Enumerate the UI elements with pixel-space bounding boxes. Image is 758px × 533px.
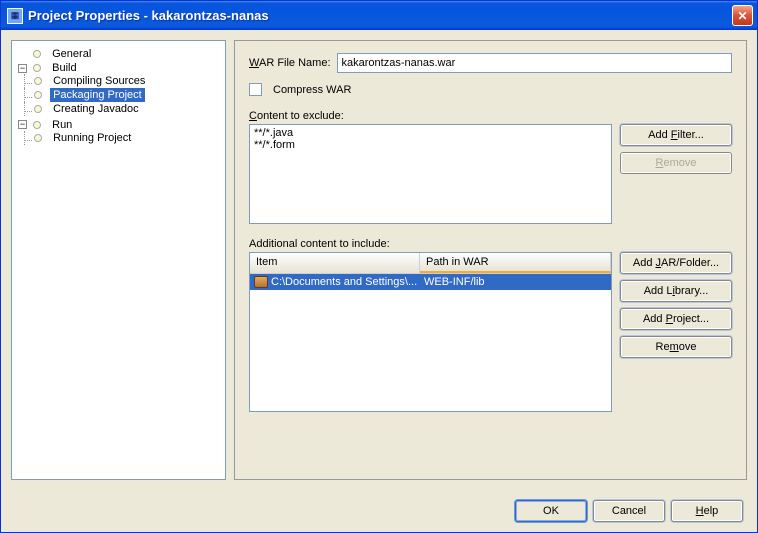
compress-checkbox[interactable] <box>249 83 262 96</box>
include-table[interactable]: Item Path in WAR C:\Documents and Settin… <box>249 252 612 412</box>
tree-node-run[interactable]: − Run Running Project <box>18 117 223 145</box>
col-path[interactable]: Path in WAR <box>420 253 611 273</box>
collapse-icon[interactable]: − <box>18 64 27 73</box>
cancel-button[interactable]: Cancel <box>593 500 665 522</box>
bullet-icon <box>33 121 41 129</box>
bullet-icon <box>34 134 42 142</box>
war-file-input[interactable] <box>337 53 732 73</box>
dialog-footer: OK Cancel Help <box>1 490 757 532</box>
bullet-icon <box>34 105 42 113</box>
bullet-icon <box>34 77 42 85</box>
tree-node-build[interactable]: − Build Compiling Sources Packaging Proj… <box>18 61 223 117</box>
include-label: Additional content to include: <box>249 238 732 250</box>
collapse-icon[interactable]: − <box>18 120 27 129</box>
col-item[interactable]: Item <box>250 253 420 273</box>
tree-node-packaging[interactable]: Packaging Project <box>34 88 223 102</box>
add-filter-button[interactable]: Add Filter... <box>620 124 732 146</box>
remove-filter-button: Remove <box>620 152 732 174</box>
exclude-label: Content to exclude: <box>249 110 732 122</box>
add-project-button[interactable]: Add Project... <box>620 308 732 330</box>
category-tree[interactable]: General − Build Compiling Sources Packag… <box>11 40 226 480</box>
app-icon: ▦ <box>7 8 23 24</box>
bullet-icon <box>33 50 41 58</box>
exclude-item[interactable]: **/*.form <box>254 139 607 151</box>
help-button[interactable]: Help <box>671 500 743 522</box>
tree-node-compiling[interactable]: Compiling Sources <box>34 74 223 88</box>
close-button[interactable]: ✕ <box>732 5 753 26</box>
add-library-button[interactable]: Add Library... <box>620 280 732 302</box>
exclude-list[interactable]: **/*.java **/*.form <box>249 124 612 224</box>
window-title: Project Properties - kakarontzas-nanas <box>28 8 732 23</box>
tree-node-general[interactable]: General <box>18 47 223 61</box>
ok-button[interactable]: OK <box>515 500 587 522</box>
titlebar: ▦ Project Properties - kakarontzas-nanas… <box>1 1 757 30</box>
tree-node-javadoc[interactable]: Creating Javadoc <box>34 102 223 116</box>
bullet-icon <box>34 91 42 99</box>
add-jar-button[interactable]: Add JAR/Folder... <box>620 252 732 274</box>
compress-label: Compress WAR <box>273 84 351 96</box>
war-file-label: WAR File Name: <box>249 57 331 69</box>
jar-icon <box>254 276 268 288</box>
tree-node-running[interactable]: Running Project <box>34 131 223 145</box>
table-row[interactable]: C:\Documents and Settings\... WEB-INF/li… <box>250 274 611 290</box>
exclude-item[interactable]: **/*.java <box>254 127 607 139</box>
settings-panel: WAR File Name: Compress WAR Content to e… <box>234 40 747 480</box>
bullet-icon <box>33 64 41 72</box>
remove-include-button[interactable]: Remove <box>620 336 732 358</box>
